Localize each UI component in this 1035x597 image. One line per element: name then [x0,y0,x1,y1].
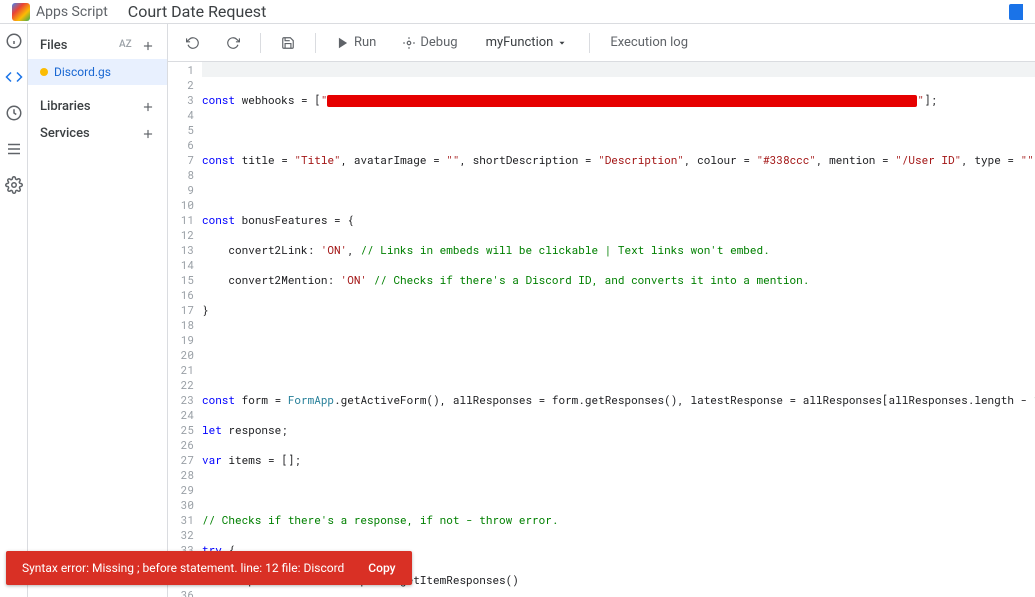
code-content[interactable]: const webhooks = [""]; const title = "Ti… [202,62,1035,597]
left-rail [0,24,28,597]
add-service-icon[interactable] [141,127,155,141]
undo-button[interactable] [180,32,206,54]
files-header: Files AZ [28,32,167,59]
main-layout: Files AZ Discord.gs Libraries Services [0,24,1035,597]
editor-toolbar: Run Debug myFunction Execution log [168,24,1035,62]
file-item-discord[interactable]: Discord.gs [28,59,167,85]
editor-icon[interactable] [5,68,23,86]
highlighted-line [202,62,1035,77]
line-gutter: 1234567891011121314151617181920212223242… [168,62,202,597]
executions-icon[interactable] [5,140,23,158]
triggers-icon[interactable] [5,104,23,122]
execution-log-button[interactable]: Execution log [604,31,694,54]
editor-area: Run Debug myFunction Execution log 12345… [168,24,1035,597]
toolbar-separator [315,33,316,53]
file-sidebar: Files AZ Discord.gs Libraries Services [28,24,168,597]
toolbar-separator [260,33,261,53]
account-avatar[interactable] [1009,4,1023,20]
services-header: Services [28,120,167,147]
file-name: Discord.gs [54,65,111,79]
redo-button[interactable] [220,32,246,54]
toolbar-separator [589,33,590,53]
error-copy-button[interactable]: Copy [368,561,395,575]
sort-az-icon[interactable]: AZ [119,39,133,53]
app-logo: Apps Script [12,3,108,21]
file-status-dot-icon [40,68,48,76]
project-title[interactable]: Court Date Request [128,2,267,21]
error-toast: Syntax error: Missing ; before statement… [6,551,412,585]
debug-button[interactable]: Debug [396,31,463,54]
app-name: Apps Script [36,4,108,20]
run-button[interactable]: Run [330,31,382,54]
chevron-down-icon [557,38,567,48]
function-selector[interactable]: myFunction [478,31,576,54]
services-label: Services [40,126,90,141]
libraries-header: Libraries [28,93,167,120]
save-button[interactable] [275,32,301,54]
apps-script-logo-icon [12,3,30,21]
add-file-icon[interactable] [141,39,155,53]
add-library-icon[interactable] [141,100,155,114]
files-label: Files [40,38,67,53]
libraries-label: Libraries [40,99,91,114]
app-header: Apps Script Court Date Request [0,0,1035,24]
info-icon[interactable] [5,32,23,50]
settings-gear-icon[interactable] [5,176,23,194]
error-message: Syntax error: Missing ; before statement… [22,561,344,575]
code-editor[interactable]: 1234567891011121314151617181920212223242… [168,62,1035,597]
